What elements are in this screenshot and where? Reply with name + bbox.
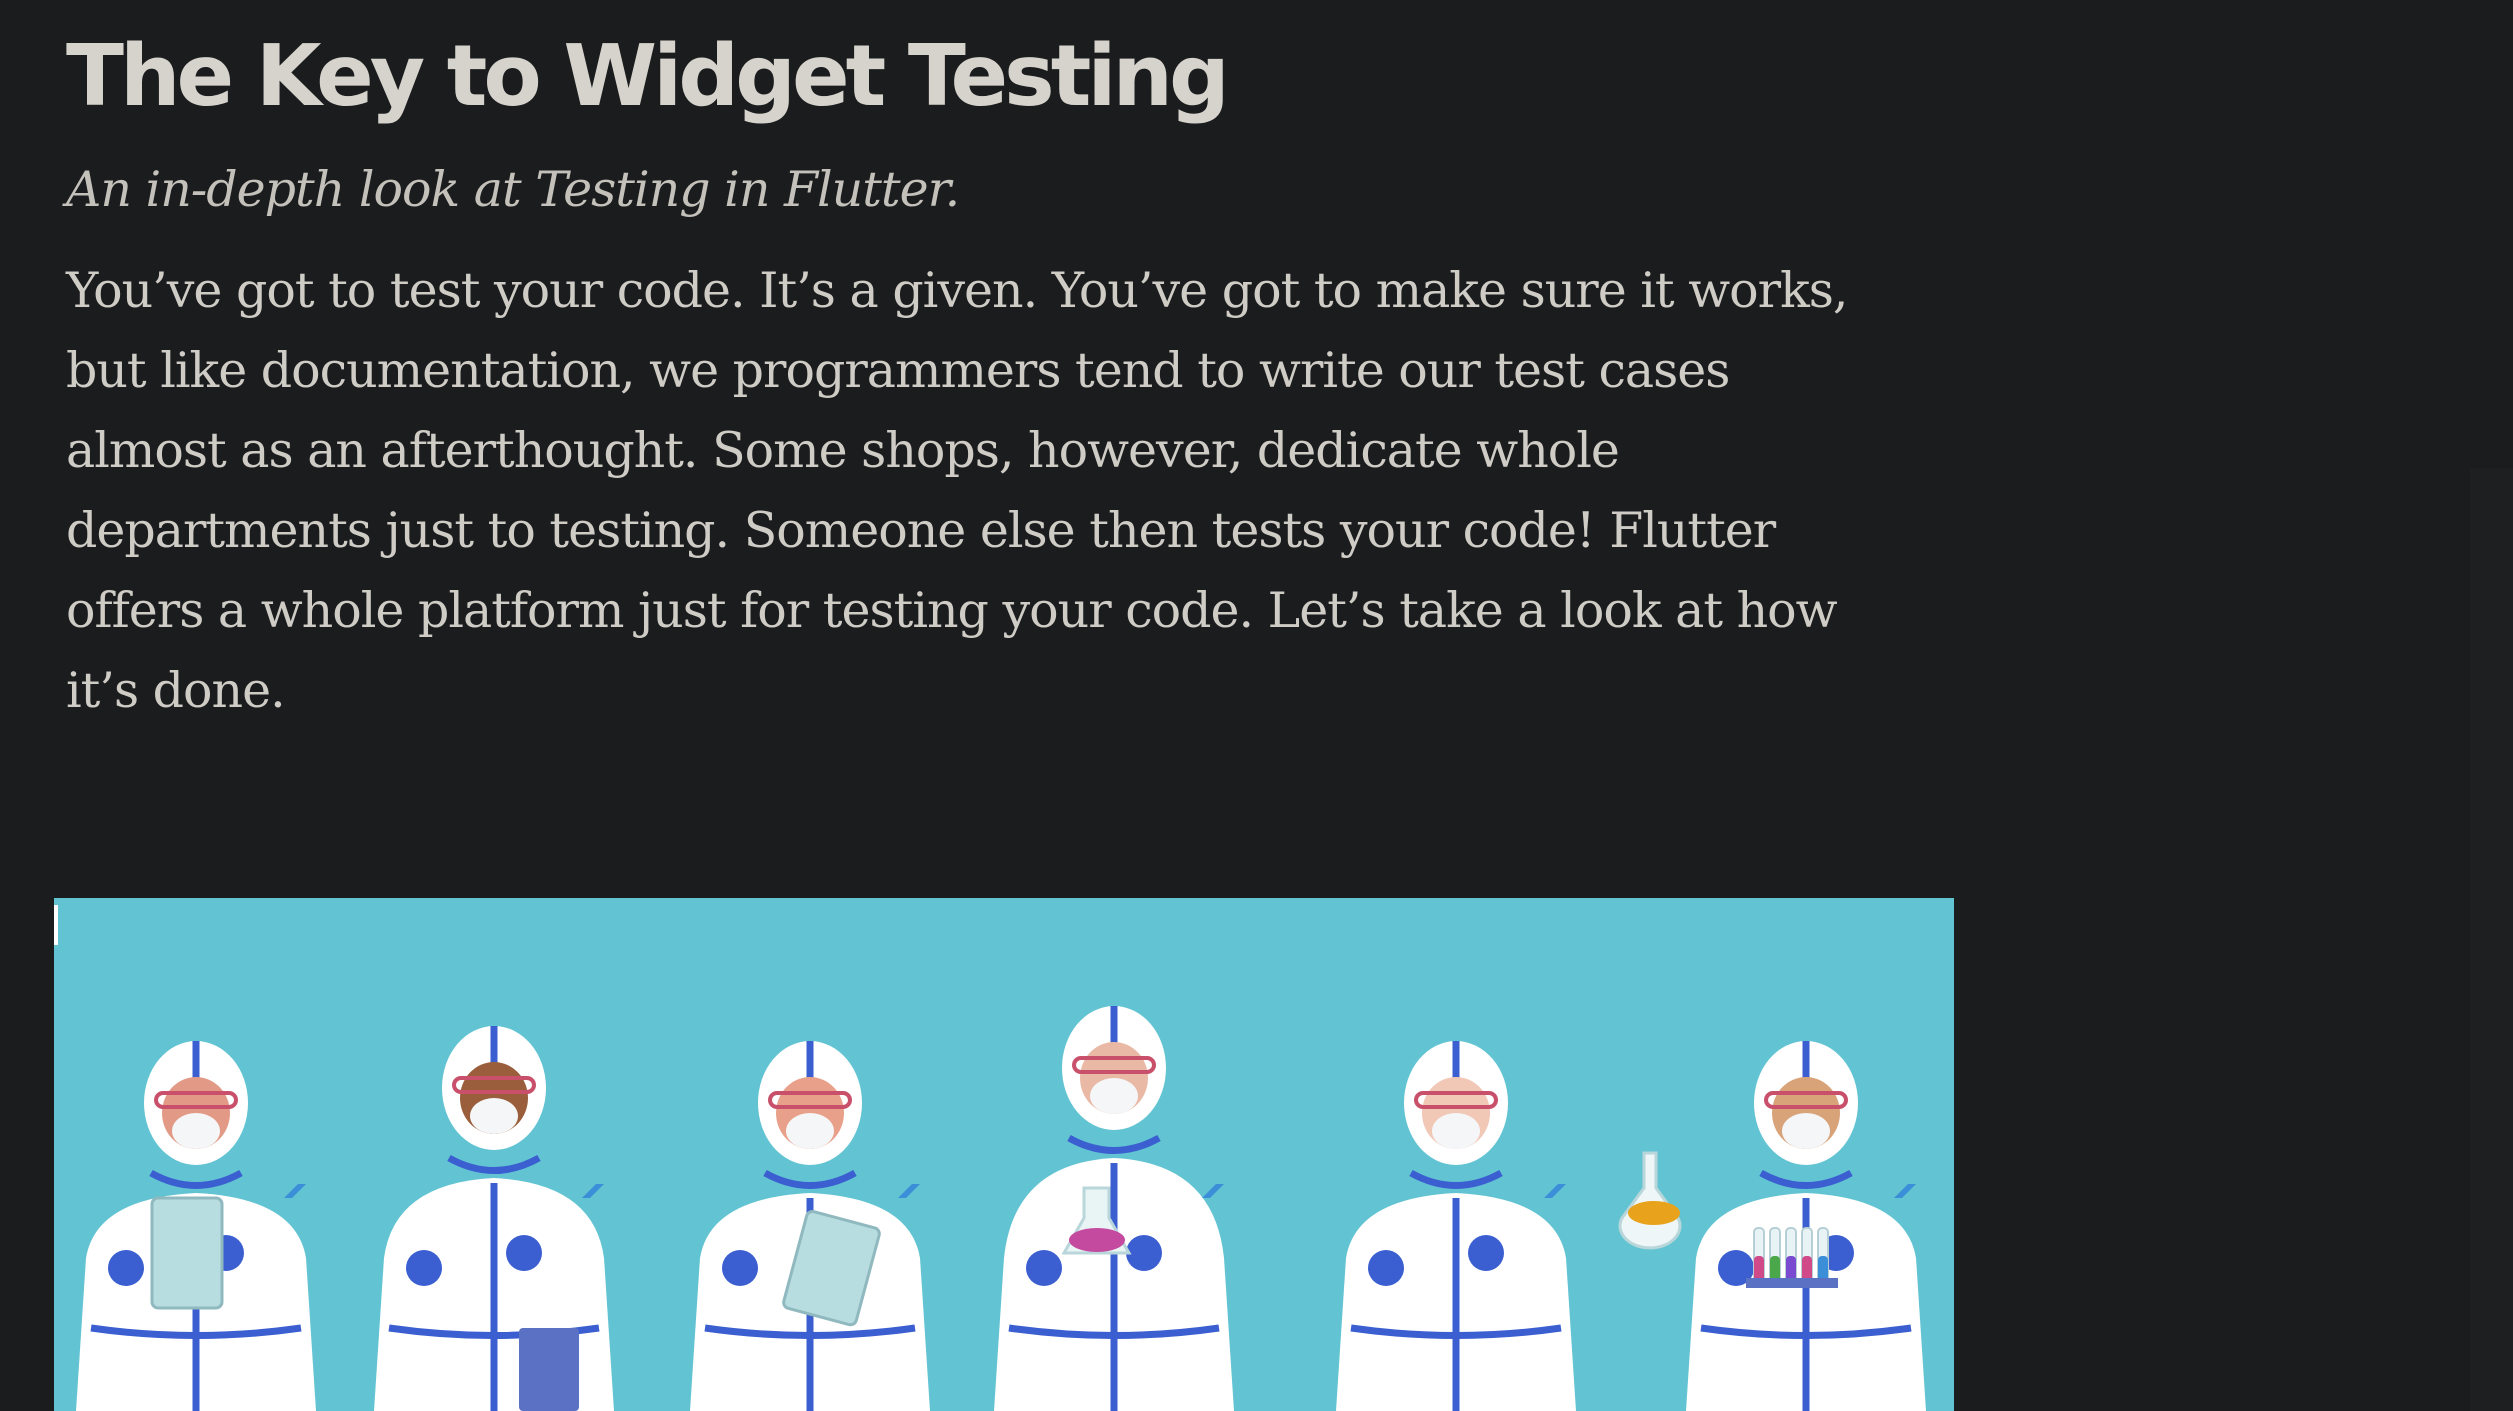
lab-worker-figure — [994, 1006, 1234, 1411]
paragraph-line: it’s done. — [66, 662, 286, 719]
paragraph-line: departments just to testing. Someone els… — [66, 502, 1776, 559]
scrollbar-track[interactable] — [2470, 468, 2513, 1411]
lab-worker-figure — [1686, 1041, 1926, 1411]
image-edge-marker — [54, 905, 58, 945]
article-title: The Key to Widget Testing — [66, 27, 1230, 126]
hero-illustration[interactable] — [54, 898, 1954, 1411]
lab-workers-illustration — [76, 1006, 1926, 1411]
paragraph-line: almost as an afterthought. Some shops, h… — [66, 422, 1620, 479]
intro-paragraph: You’ve got to test your code. It’s a giv… — [66, 251, 1848, 731]
paragraph-line: but like documentation, we programmers t… — [66, 342, 1730, 399]
lab-worker-figure — [1336, 1041, 1576, 1411]
article-page: The Key to Widget Testing An in-depth lo… — [0, 0, 2513, 1411]
paragraph-line: You’ve got to test your code. It’s a giv… — [66, 262, 1848, 319]
paragraph-line: offers a whole platform just for testing… — [66, 582, 1838, 639]
article-subtitle: An in-depth look at Testing in Flutter. — [66, 161, 960, 218]
